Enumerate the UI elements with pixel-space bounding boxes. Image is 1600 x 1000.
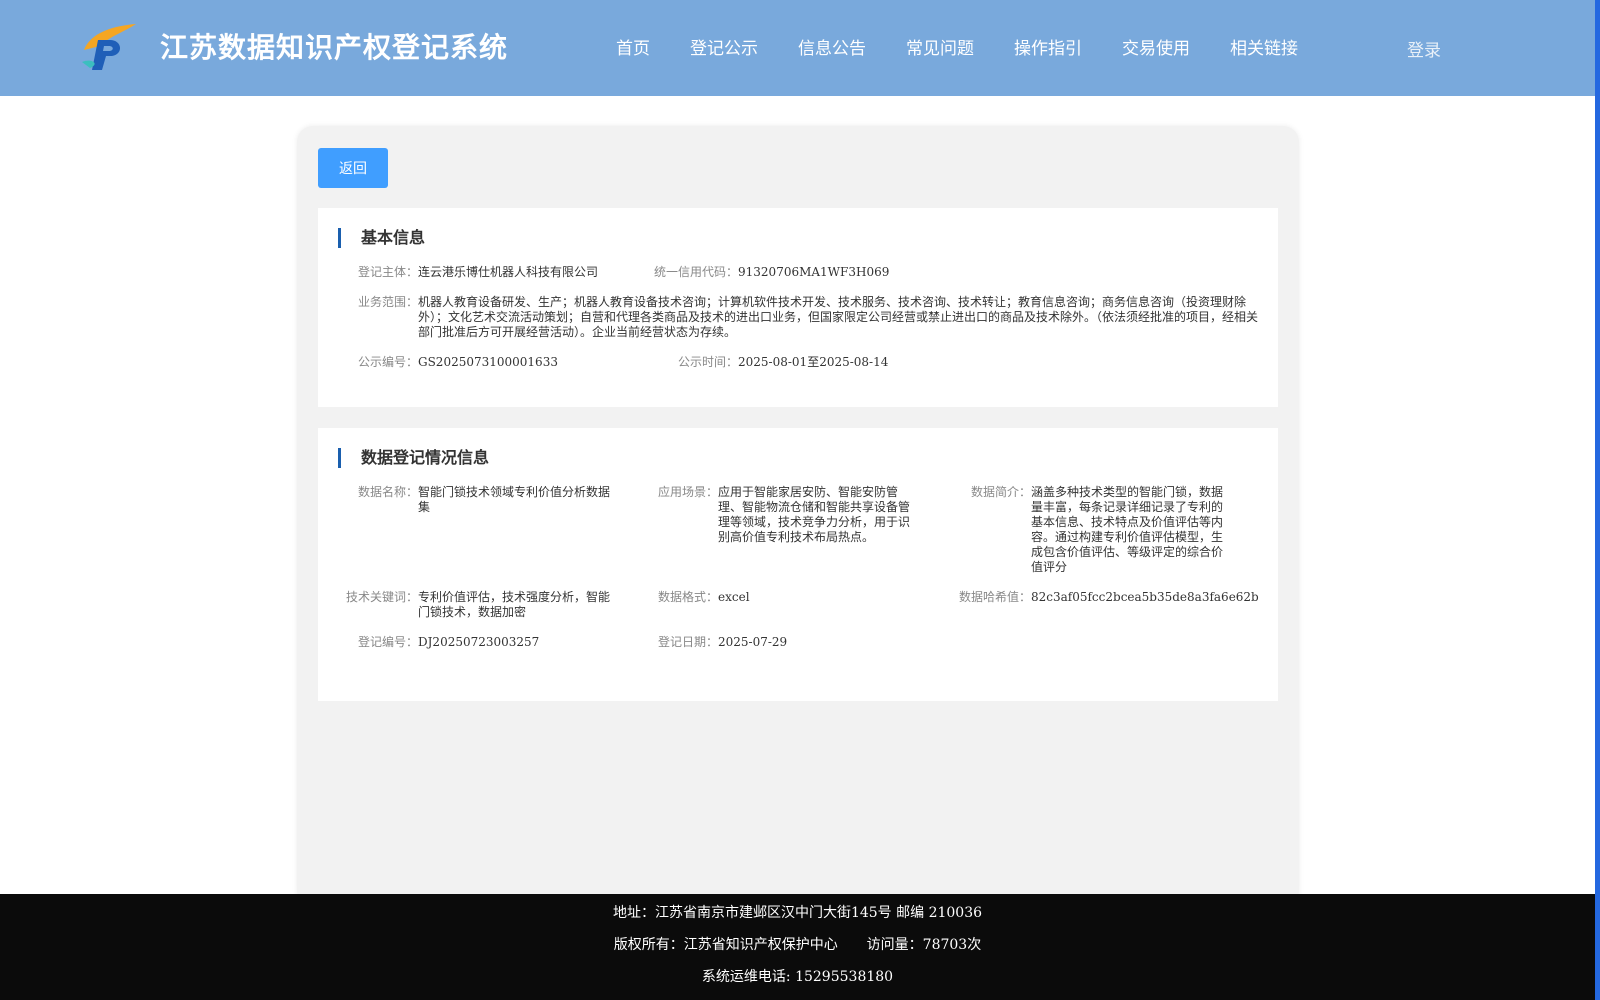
notice-time-value: 2025-08-01至2025-08-14 xyxy=(738,355,889,369)
hash-field: 数据哈希值： 82c3af05fcc2bcea5b35de8a3fa6e62b xyxy=(959,590,1259,605)
intro-value: 涵盖多种技术类型的智能门锁，数据量丰富，每条记录详细记录了专利的基本信息、技术特… xyxy=(1031,485,1224,574)
subject-field: 登记主体： 连云港乐博仕机器人科技有限公司 xyxy=(358,265,598,280)
intro-label: 数据简介： xyxy=(971,485,1032,499)
reg-no-value: DJ20250723003257 xyxy=(418,635,540,649)
data-registration-heading: 数据登记情况信息 xyxy=(338,448,489,468)
nav-home[interactable]: 首页 xyxy=(616,34,650,59)
keywords-value: 专利价值评估，技术强度分析，智能门锁技术，数据加密 xyxy=(418,590,611,619)
notice-no-value: GS2025073100001633 xyxy=(418,355,558,369)
footer-visits: 访问量：78703次 xyxy=(866,937,982,953)
nav-announcements[interactable]: 信息公告 xyxy=(798,34,866,59)
data-registration-card: 数据登记情况信息 数据名称： 智能门锁技术领域专利价值分析数据集 应用场景： 应… xyxy=(318,428,1278,701)
site-footer: 地址：江苏省南京市建邺区汉中门大街145号 邮编 210036 版权所有：江苏省… xyxy=(0,894,1595,1000)
scope-label: 业务范围： xyxy=(358,295,419,309)
reg-no-label: 登记编号： xyxy=(357,635,418,649)
nav-trading[interactable]: 交易使用 xyxy=(1122,34,1190,59)
credit-code-label: 统一信用代码： xyxy=(654,265,739,279)
scope-field: 业务范围： 机器人教育设备研发、生产；机器人教育设备技术咨询；计算机软件技术开发… xyxy=(358,295,1258,340)
notice-time-field: 公示时间： 2025-08-01至2025-08-14 xyxy=(678,355,888,370)
detail-panel: 返回 基本信息 登记主体： 连云港乐博仕机器人科技有限公司 统一信用代码： 91… xyxy=(297,126,1299,906)
reg-date-field: 登记日期： 2025-07-29 xyxy=(658,635,787,650)
scene-field: 应用场景： 应用于智能家居安防、智能安防管理、智能物流仓储和智能共享设备管理等领… xyxy=(658,485,958,545)
nav-guide[interactable]: 操作指引 xyxy=(1014,34,1082,59)
login-link[interactable]: 登录 xyxy=(1407,36,1441,61)
credit-code-field: 统一信用代码： 91320706MA1WF3H069 xyxy=(654,265,889,280)
scope-value: 机器人教育设备研发、生产；机器人教育设备技术咨询；计算机软件技术开发、技术服务、… xyxy=(418,295,1259,339)
data-name-value: 智能门锁技术领域专利价值分析数据集 xyxy=(418,485,611,514)
footer-copyright: 版权所有：江苏省知识产权保护中心 xyxy=(613,937,838,953)
data-name-label: 数据名称： xyxy=(357,485,418,499)
basic-info-heading: 基本信息 xyxy=(338,228,425,248)
subject-value: 连云港乐博仕机器人科技有限公司 xyxy=(418,265,599,279)
footer-address: 地址：江苏省南京市建邺区汉中门大街145号 邮编 210036 xyxy=(612,905,983,921)
hash-value: 82c3af05fcc2bcea5b35de8a3fa6e62b xyxy=(1031,590,1259,604)
reg-date-value: 2025-07-29 xyxy=(718,635,788,649)
credit-code-value: 91320706MA1WF3H069 xyxy=(738,265,890,279)
basic-info-card: 基本信息 登记主体： 连云港乐博仕机器人科技有限公司 统一信用代码： 91320… xyxy=(318,208,1278,407)
keywords-label: 技术关键词： xyxy=(345,590,418,604)
nav-faq[interactable]: 常见问题 xyxy=(906,34,974,59)
format-label: 数据格式： xyxy=(658,590,719,604)
footer-phone: 系统运维电话: 15295538180 xyxy=(701,969,894,985)
back-button[interactable]: 返回 xyxy=(318,148,388,188)
main-nav: 首页 登记公示 信息公告 常见问题 操作指引 交易使用 相关链接 xyxy=(616,34,1338,59)
site-logo-icon[interactable] xyxy=(80,20,140,72)
intro-field: 数据简介： 涵盖多种技术类型的智能门锁，数据量丰富，每条记录详细记录了专利的基本… xyxy=(971,485,1271,575)
scene-label: 应用场景： xyxy=(658,485,719,499)
data-name-field: 数据名称： 智能门锁技术领域专利价值分析数据集 xyxy=(338,485,638,515)
format-value: excel xyxy=(718,590,750,604)
subject-label: 登记主体： xyxy=(358,265,419,279)
footer-copyright-row: 版权所有：江苏省知识产权保护中心 访问量：78703次 xyxy=(0,934,1595,954)
scene-value: 应用于智能家居安防、智能安防管理、智能物流仓储和智能共享设备管理等领域，技术竞争… xyxy=(718,485,911,544)
reg-no-field: 登记编号： DJ20250723003257 xyxy=(338,635,539,650)
nav-links[interactable]: 相关链接 xyxy=(1230,34,1298,59)
nav-registration-notice[interactable]: 登记公示 xyxy=(690,34,758,59)
reg-date-label: 登记日期： xyxy=(658,635,719,649)
site-header: 江苏数据知识产权登记系统 首页 登记公示 信息公告 常见问题 操作指引 交易使用… xyxy=(0,0,1595,96)
keywords-field: 技术关键词： 专利价值评估，技术强度分析，智能门锁技术，数据加密 xyxy=(338,590,638,620)
scrollbar[interactable] xyxy=(1595,0,1600,1000)
format-field: 数据格式： excel xyxy=(658,590,750,605)
site-title: 江苏数据知识产权登记系统 xyxy=(160,31,509,64)
hash-label: 数据哈希值： xyxy=(959,590,1032,604)
notice-no-label: 公示编号： xyxy=(358,355,419,369)
notice-no-field: 公示编号： GS2025073100001633 xyxy=(358,355,558,370)
notice-time-label: 公示时间： xyxy=(678,355,739,369)
